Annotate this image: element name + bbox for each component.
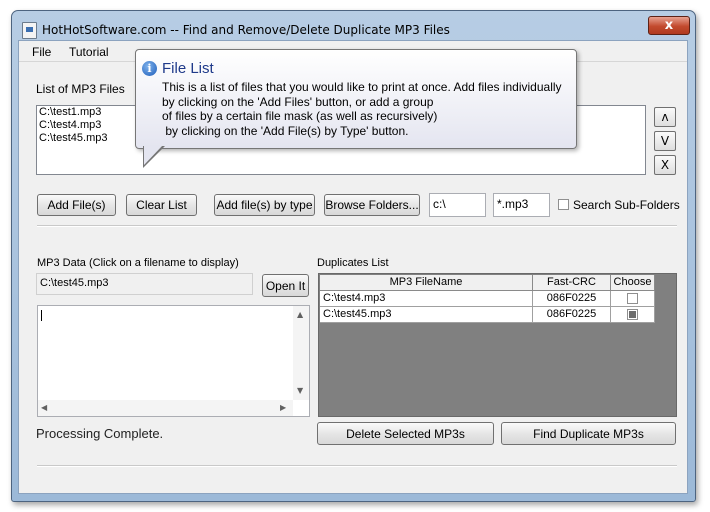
file-mask-input[interactable]: *.mp3 (493, 193, 550, 217)
close-button[interactable]: x (648, 16, 690, 35)
table-row-choose[interactable] (611, 307, 655, 323)
table-row-crc: 086F0225 (533, 307, 611, 323)
window-title: HotHotSoftware.com -- Find and Remove/De… (42, 23, 450, 37)
text-cursor (41, 310, 42, 321)
choose-checkbox-row-2[interactable] (627, 309, 638, 320)
remove-file-button[interactable]: X (654, 155, 676, 175)
divider (37, 465, 677, 467)
table-row-choose[interactable] (611, 291, 655, 307)
find-duplicates-button[interactable]: Find Duplicate MP3s (501, 422, 676, 445)
selected-file-field: C:\test45.mp3 (36, 273, 253, 295)
app-icon (22, 22, 37, 39)
scroll-right-icon[interactable]: ▶ (280, 403, 286, 412)
vertical-scrollbar[interactable]: ▲ ▼ (293, 306, 309, 400)
horizontal-scrollbar[interactable]: ◀ ▶ (38, 400, 293, 416)
tooltip-line: by clicking on the 'Add Files' button, o… (162, 94, 434, 109)
browse-folders-button[interactable]: Browse Folders... (324, 194, 420, 216)
tooltip-line: This is a list of files that you would l… (162, 80, 562, 94)
tooltip-line: by clicking on the 'Add File(s) by Type'… (162, 123, 409, 138)
divider (37, 225, 677, 227)
duplicates-label: Duplicates List (317, 257, 389, 269)
delete-selected-button[interactable]: Delete Selected MP3s (317, 422, 494, 445)
tooltip-body: This is a list of files that you would l… (162, 80, 572, 138)
scroll-left-icon[interactable]: ◀ (41, 403, 47, 412)
tooltip-tail (144, 145, 163, 165)
tooltip-line: of files by a certain file mask (as well… (162, 109, 438, 123)
duplicates-grid[interactable]: MP3 FileName Fast-CRC Choose C:\test4.mp… (318, 273, 677, 417)
info-icon: i (142, 61, 157, 76)
folder-input[interactable]: c:\ (429, 193, 486, 217)
menu-file[interactable]: File (32, 45, 51, 59)
status-text: Processing Complete. (36, 426, 164, 441)
mp3-data-memo[interactable]: ▲ ▼ ◀ ▶ (37, 305, 310, 417)
search-subfolders-label: Search Sub-Folders (573, 198, 680, 212)
search-subfolders-checkbox[interactable] (558, 199, 569, 210)
table-row-crc: 086F0225 (533, 291, 611, 307)
tooltip-title: File List (162, 60, 214, 77)
column-header-choose[interactable]: Choose (611, 275, 655, 291)
add-files-button[interactable]: Add File(s) (37, 194, 116, 216)
clear-list-button[interactable]: Clear List (126, 194, 197, 216)
file-list-tooltip: i File List This is a list of files that… (135, 49, 577, 149)
open-it-button[interactable]: Open It (262, 274, 309, 297)
scroll-down-icon[interactable]: ▼ (297, 386, 303, 395)
menu-tutorial[interactable]: Tutorial (69, 45, 109, 59)
move-down-button[interactable]: V (654, 131, 676, 151)
column-header-filename[interactable]: MP3 FileName (320, 275, 533, 291)
table-row-filename[interactable]: C:\test45.mp3 (320, 307, 533, 323)
choose-checkbox-row-1[interactable] (627, 293, 638, 304)
column-header-crc[interactable]: Fast-CRC (533, 275, 611, 291)
table-row-filename[interactable]: C:\test4.mp3 (320, 291, 533, 307)
mp3-data-label: MP3 Data (Click on a filename to display… (37, 257, 239, 269)
move-up-button[interactable]: ʌ (654, 107, 676, 127)
mp3-list-label: List of MP3 Files (36, 82, 125, 96)
add-by-type-button[interactable]: Add file(s) by type (214, 194, 315, 216)
scroll-up-icon[interactable]: ▲ (297, 310, 303, 319)
